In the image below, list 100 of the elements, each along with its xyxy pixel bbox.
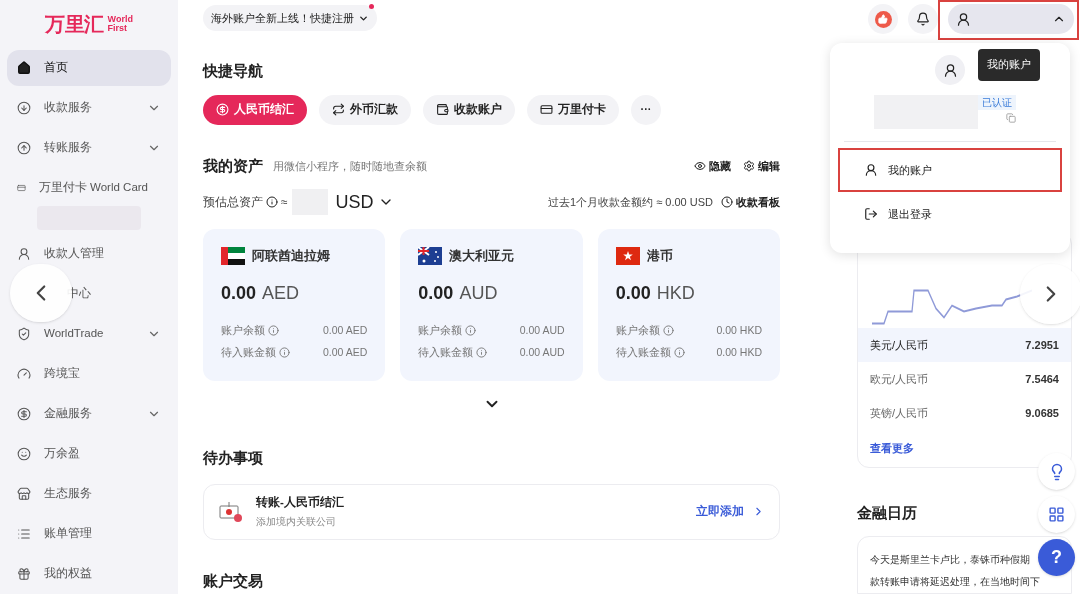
info-icon bbox=[673, 346, 685, 358]
download-icon bbox=[17, 101, 31, 115]
rate-pair: 美元/人民币 bbox=[870, 337, 929, 353]
sidebar-label: 首页 bbox=[44, 60, 68, 76]
gauge-icon bbox=[17, 367, 31, 381]
info-icon bbox=[465, 325, 477, 337]
notice-pill[interactable]: 海外账户全新上线！快捷注册 bbox=[203, 5, 377, 31]
sidebar-label: 账单管理 bbox=[44, 526, 92, 542]
balance-value: 0.00 AED bbox=[322, 322, 368, 338]
card-icon bbox=[540, 103, 553, 116]
quick-nav-button[interactable]: 外币汇款 bbox=[319, 94, 411, 125]
sidebar-item[interactable]: 我的权益 bbox=[7, 556, 171, 592]
rate-value: 9.0685 bbox=[1025, 405, 1059, 421]
balance-value: 0.00 AUD bbox=[519, 344, 565, 360]
quick-nav-button[interactable]: 万里付卡 bbox=[527, 94, 619, 125]
coin-icon bbox=[216, 103, 229, 116]
balance-amount: 0.00 bbox=[221, 281, 257, 305]
rate-pair: 欧元/人民币 bbox=[870, 371, 929, 387]
rate-row[interactable]: 欧元/人民币 7.5464 bbox=[858, 362, 1071, 396]
gift-icon bbox=[17, 567, 31, 581]
bell-icon bbox=[916, 12, 930, 26]
sidebar-item[interactable]: 金融服务 bbox=[7, 396, 171, 432]
balance-amount: 0.00 bbox=[418, 281, 454, 305]
currency-name: 阿联酋迪拉姆 bbox=[252, 248, 330, 265]
user-icon bbox=[956, 11, 971, 27]
currency-card[interactable]: 澳大利亚元 0.00 AUD 账户余额 0.00 AUD 待入账金额 0.00 AUD bbox=[400, 229, 583, 381]
sidebar-item[interactable]: 转账服务 bbox=[7, 130, 171, 166]
approx-sign: ≈ bbox=[281, 194, 288, 211]
upload-icon bbox=[17, 141, 31, 155]
more-button[interactable]: ··· bbox=[631, 94, 661, 125]
exchange-icon bbox=[332, 103, 345, 116]
rate-row[interactable]: 美元/人民币 7.2951 bbox=[858, 328, 1071, 362]
notification-button[interactable] bbox=[908, 4, 938, 34]
coin-icon bbox=[17, 407, 31, 421]
rate-row[interactable]: 英镑/人民币 9.0685 bbox=[858, 396, 1071, 430]
help-button[interactable]: ? bbox=[1038, 539, 1075, 576]
tooltip: 我的账户 bbox=[978, 49, 1040, 81]
info-icon bbox=[662, 325, 674, 337]
apps-button[interactable] bbox=[1038, 496, 1075, 533]
sidebar-item[interactable]: 生态服务 bbox=[7, 476, 171, 512]
quick-nav-button[interactable]: 人民币结汇 bbox=[203, 94, 307, 125]
currency-name: 澳大利亚元 bbox=[449, 248, 515, 265]
account-button[interactable] bbox=[948, 4, 1074, 34]
balance-value: 0.00 HKD bbox=[716, 322, 762, 338]
info-icon bbox=[279, 346, 290, 358]
currency-code: AUD bbox=[459, 281, 498, 305]
section-title: 待办事项 bbox=[203, 448, 264, 468]
currency-card[interactable]: 港币 0.00 HKD 账户余额 0.00 HKD 待入账金额 0.00 HKD bbox=[597, 229, 780, 381]
info-icon bbox=[266, 196, 278, 208]
section-title: 账户交易 bbox=[203, 570, 264, 591]
asset-action-link[interactable]: 隐藏 bbox=[694, 157, 731, 174]
sidebar-label: 收款人管理 bbox=[44, 246, 104, 262]
section-hint: 用微信小程序，随时随地查余额 bbox=[273, 158, 427, 174]
transfer-icon bbox=[218, 500, 244, 523]
sidebar-item[interactable]: 首页 bbox=[7, 50, 171, 86]
info-icon bbox=[268, 325, 279, 337]
list-icon bbox=[17, 527, 31, 541]
sidebar-item[interactable]: 收款服务 bbox=[7, 90, 171, 126]
sidebar-label: 我的权益 bbox=[44, 566, 92, 582]
balance-amount: 0.00 bbox=[615, 281, 651, 305]
quick-nav-button[interactable]: 收款账户 bbox=[423, 94, 515, 125]
see-more-link[interactable]: 查看更多 bbox=[858, 440, 926, 457]
tips-button[interactable] bbox=[1038, 453, 1075, 490]
monthly-receipts: 过去1个月收款金额约 ≈ 0.00 USD bbox=[548, 194, 713, 210]
currency-select[interactable]: USD bbox=[335, 188, 394, 216]
like-button[interactable] bbox=[868, 4, 898, 34]
home-icon bbox=[17, 61, 31, 75]
balance-label: 账户余额 bbox=[615, 322, 660, 338]
logout-icon bbox=[864, 207, 878, 221]
sidebar-item[interactable]: 账单管理 bbox=[7, 516, 171, 552]
sidebar-label: 中心 bbox=[66, 286, 91, 302]
sidebar-item[interactable]: 万里付卡 World Card bbox=[7, 170, 171, 206]
balance-label: 待入账金额 bbox=[418, 344, 474, 360]
add-now-link[interactable]: 立即添加 bbox=[696, 502, 765, 521]
balance-label: 账户余额 bbox=[418, 322, 463, 338]
sidebar-item[interactable]: 收款人管理 bbox=[7, 236, 171, 272]
sidebar-label: 生态服务 bbox=[44, 486, 92, 502]
currency-code: AED bbox=[262, 281, 300, 305]
flag-icon bbox=[615, 247, 640, 266]
sidebar-label: 金融服务 bbox=[44, 406, 92, 422]
currency-code: HKD bbox=[656, 281, 695, 305]
balance-value: 0.00 HKD bbox=[716, 344, 762, 360]
asset-action-link[interactable]: 编辑 bbox=[743, 157, 780, 174]
copy-icon[interactable] bbox=[1006, 113, 1016, 123]
dashboard-link[interactable]: 收款看板 bbox=[721, 193, 780, 211]
sidebar-label: 收款服务 bbox=[44, 100, 92, 116]
account-menu-item[interactable]: 退出登录 bbox=[838, 192, 1062, 236]
sidebar-item[interactable]: WorldTrade bbox=[7, 316, 171, 352]
account-menu-item[interactable]: 我的账户 bbox=[838, 148, 1062, 192]
calendar-notice: 今天是斯里兰卡卢比，泰铢币种假期 款转账申请将延迟处理，在当地时间下 bbox=[870, 553, 1040, 589]
flag-icon bbox=[418, 247, 443, 266]
sidebar-item[interactable]: 中心 bbox=[7, 276, 171, 312]
currency-card[interactable]: 阿联酋迪拉姆 0.00 AED 账户余额 0.00 AED 待入账金额 0.00 AED bbox=[203, 229, 386, 381]
clock-icon bbox=[721, 196, 733, 208]
todo-card[interactable]: 转账-人民币结汇 添加境内关联公司 立即添加 bbox=[203, 483, 780, 540]
currency-name: 港币 bbox=[646, 248, 673, 265]
rate-value: 7.5464 bbox=[1025, 371, 1059, 387]
sidebar-item[interactable]: 万余盈 bbox=[7, 436, 171, 472]
sidebar-item[interactable]: 跨境宝 bbox=[7, 356, 171, 392]
total-assets-label: 预估总资产 bbox=[203, 194, 263, 211]
